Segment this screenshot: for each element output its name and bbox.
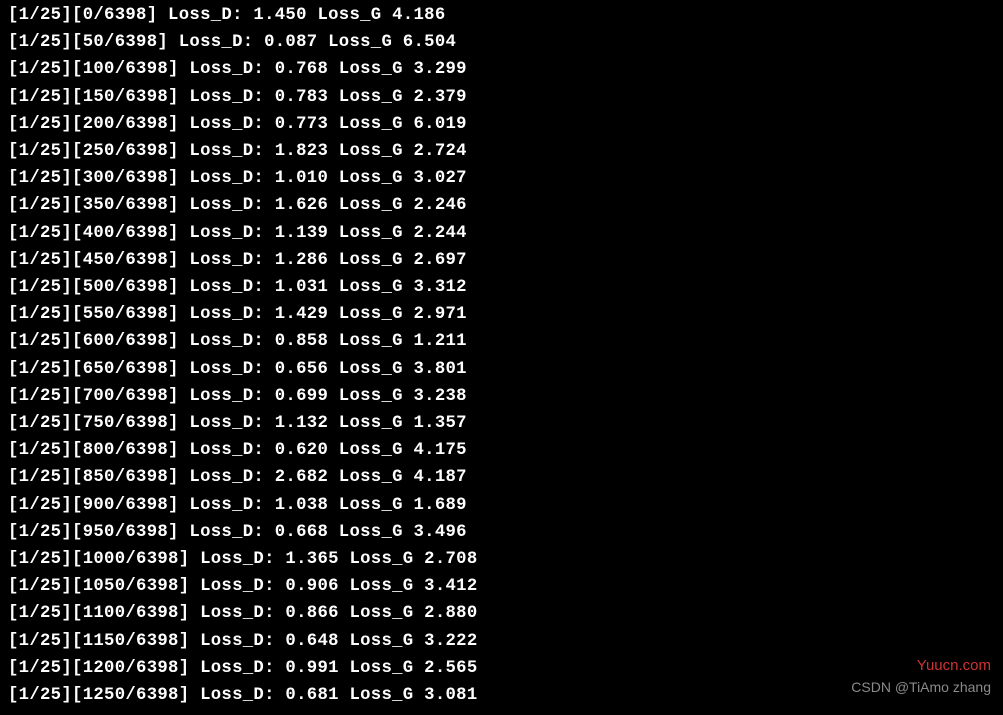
log-line: [1/25][1000/6398] Loss_D: 1.365 Loss_G 2…	[8, 546, 995, 573]
log-line: [1/25][1050/6398] Loss_D: 0.906 Loss_G 3…	[8, 573, 995, 600]
log-line: [1/25][300/6398] Loss_D: 1.010 Loss_G 3.…	[8, 165, 995, 192]
log-line: [1/25][900/6398] Loss_D: 1.038 Loss_G 1.…	[8, 492, 995, 519]
log-line: [1/25][950/6398] Loss_D: 0.668 Loss_G 3.…	[8, 519, 995, 546]
log-line: [1/25][650/6398] Loss_D: 0.656 Loss_G 3.…	[8, 356, 995, 383]
log-line: [1/25][250/6398] Loss_D: 1.823 Loss_G 2.…	[8, 138, 995, 165]
log-line: [1/25][700/6398] Loss_D: 0.699 Loss_G 3.…	[8, 383, 995, 410]
log-line: [1/25][450/6398] Loss_D: 1.286 Loss_G 2.…	[8, 247, 995, 274]
log-line: [1/25][200/6398] Loss_D: 0.773 Loss_G 6.…	[8, 111, 995, 138]
log-line: [1/25][850/6398] Loss_D: 2.682 Loss_G 4.…	[8, 464, 995, 491]
terminal-output: [1/25][0/6398] Loss_D: 1.450 Loss_G 4.18…	[8, 2, 995, 709]
log-line: [1/25][0/6398] Loss_D: 1.450 Loss_G 4.18…	[8, 2, 995, 29]
log-line: [1/25][600/6398] Loss_D: 0.858 Loss_G 1.…	[8, 328, 995, 355]
log-line: [1/25][400/6398] Loss_D: 1.139 Loss_G 2.…	[8, 220, 995, 247]
log-line: [1/25][1100/6398] Loss_D: 0.866 Loss_G 2…	[8, 600, 995, 627]
log-line: [1/25][800/6398] Loss_D: 0.620 Loss_G 4.…	[8, 437, 995, 464]
log-line: [1/25][1250/6398] Loss_D: 0.681 Loss_G 3…	[8, 682, 995, 709]
log-line: [1/25][350/6398] Loss_D: 1.626 Loss_G 2.…	[8, 192, 995, 219]
log-line: [1/25][50/6398] Loss_D: 0.087 Loss_G 6.5…	[8, 29, 995, 56]
log-line: [1/25][150/6398] Loss_D: 0.783 Loss_G 2.…	[8, 84, 995, 111]
log-line: [1/25][550/6398] Loss_D: 1.429 Loss_G 2.…	[8, 301, 995, 328]
log-line: [1/25][100/6398] Loss_D: 0.768 Loss_G 3.…	[8, 56, 995, 83]
log-line: [1/25][1150/6398] Loss_D: 0.648 Loss_G 3…	[8, 628, 995, 655]
log-line: [1/25][1200/6398] Loss_D: 0.991 Loss_G 2…	[8, 655, 995, 682]
log-line: [1/25][500/6398] Loss_D: 1.031 Loss_G 3.…	[8, 274, 995, 301]
watermark-author: CSDN @TiAmo zhang	[851, 674, 991, 701]
log-line: [1/25][750/6398] Loss_D: 1.132 Loss_G 1.…	[8, 410, 995, 437]
